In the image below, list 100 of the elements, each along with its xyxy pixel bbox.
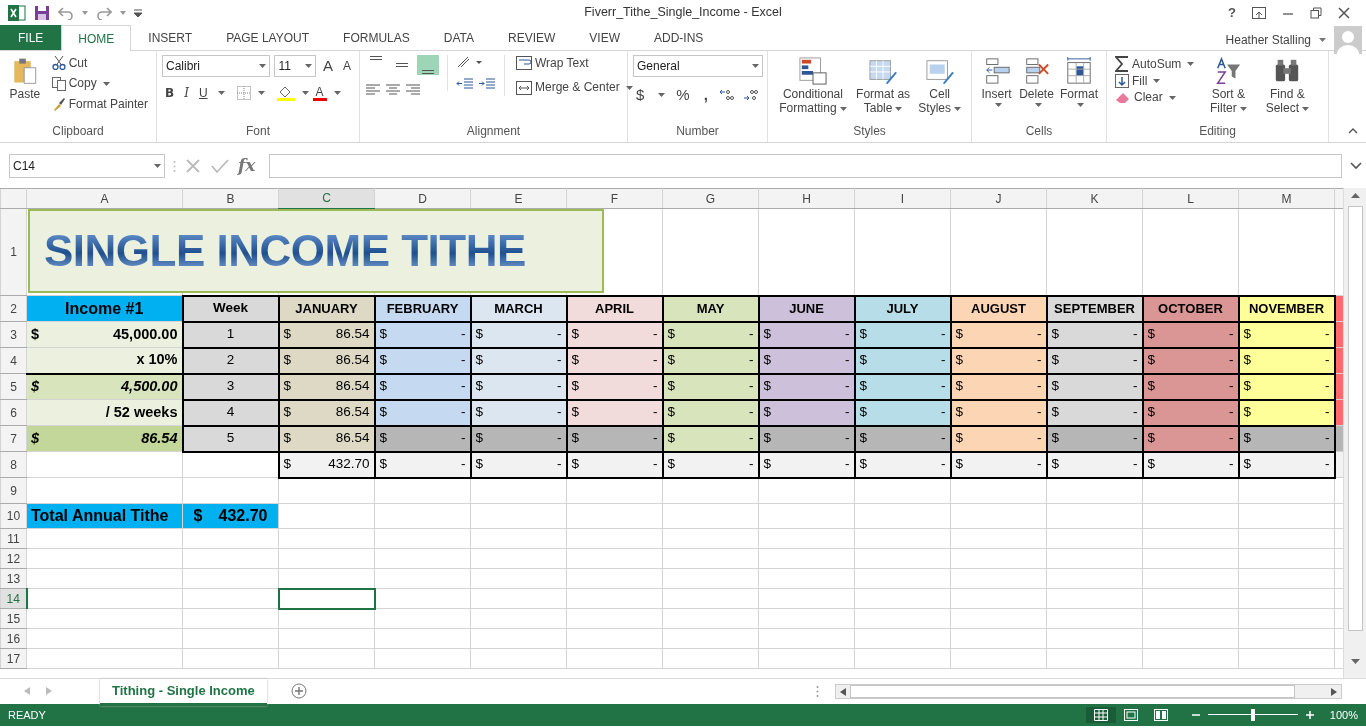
insert-button[interactable]: Insert [977, 55, 1017, 110]
row-header[interactable]: 15 [0, 608, 27, 629]
row-header[interactable]: 2 [0, 295, 27, 322]
scrollbar-thumb[interactable] [1347, 206, 1363, 631]
caret-icon[interactable] [333, 91, 341, 96]
find-select-button[interactable]: Find & Select [1259, 55, 1316, 118]
cell-styles-button[interactable]: Cell Styles [913, 55, 966, 118]
grow-font-button[interactable]: A [319, 56, 336, 76]
format-as-table-button[interactable]: Format as Table [852, 55, 914, 118]
shrink-font-button[interactable]: A [339, 57, 354, 75]
column-header[interactable]: I [854, 188, 951, 209]
delete-button[interactable]: Delete [1016, 55, 1057, 110]
cut-button[interactable]: Cut [48, 55, 151, 72]
merge-center-button[interactable]: Merge & Center [513, 79, 636, 96]
row-header[interactable]: 8 [0, 451, 27, 478]
redo-icon[interactable] [96, 5, 112, 20]
ribbon-tab[interactable]: ADD-INS [637, 25, 721, 50]
sheet-tab[interactable]: Tithing - Single Income [100, 679, 267, 706]
row-header[interactable]: 17 [0, 648, 27, 669]
zoom-level[interactable]: 100% [1329, 706, 1358, 724]
font-name-field[interactable]: Calibri [162, 55, 271, 77]
ribbon-tab[interactable]: REVIEW [491, 25, 573, 50]
ribbon-tab[interactable]: VIEW [572, 25, 637, 50]
clear-button[interactable]: Clear [1112, 89, 1198, 106]
row-header[interactable]: 11 [0, 528, 27, 549]
formula-input[interactable] [269, 154, 1342, 178]
caret-icon[interactable] [102, 81, 110, 86]
ribbon-tab[interactable]: PAGE LAYOUT [209, 25, 327, 50]
column-header[interactable]: D [374, 188, 471, 209]
bold-button[interactable]: B [162, 85, 178, 102]
increase-decimal-icon[interactable] [718, 88, 735, 102]
percent-button[interactable]: % [673, 85, 693, 105]
add-sheet-icon[interactable] [290, 683, 307, 699]
currency-button[interactable]: $ [633, 85, 648, 105]
column-header[interactable]: H [758, 188, 855, 209]
caret-icon[interactable] [1034, 103, 1042, 108]
caret-icon[interactable] [304, 64, 312, 68]
collapse-ribbon-icon[interactable] [1348, 128, 1358, 134]
scroll-right-icon[interactable] [1331, 687, 1337, 696]
ribbon-tab[interactable]: INSERT [131, 25, 210, 50]
row-header[interactable]: 13 [0, 568, 27, 589]
slider-thumb[interactable] [1250, 709, 1255, 721]
row-header[interactable]: 9 [0, 477, 27, 504]
zoom-out-icon[interactable] [1191, 711, 1200, 719]
zoom-in-icon[interactable] [1305, 711, 1314, 719]
ribbon-display-icon[interactable] [1252, 6, 1266, 19]
caret-icon[interactable] [839, 107, 847, 112]
column-header[interactable]: J [950, 188, 1047, 209]
comma-button[interactable]: , [700, 85, 711, 105]
expand-formula-bar-icon[interactable] [1350, 162, 1362, 170]
format-painter-button[interactable]: Format Painter [48, 95, 151, 113]
underline-button[interactable]: U [195, 85, 211, 102]
column-header[interactable]: B [182, 188, 279, 209]
row-header[interactable]: 5 [0, 373, 27, 400]
row-header[interactable]: 14 [0, 588, 27, 609]
caret-icon[interactable] [895, 107, 903, 112]
autosum-button[interactable]: AutoSum [1112, 55, 1198, 73]
row-header[interactable]: 3 [0, 321, 27, 348]
caret-icon[interactable] [1302, 107, 1310, 112]
ribbon-tab[interactable]: FORMULAS [326, 25, 427, 50]
column-header[interactable]: F [566, 188, 663, 209]
file-menu-button[interactable]: FILE [0, 25, 62, 50]
caret-icon[interactable] [1153, 79, 1161, 84]
row-header[interactable]: 12 [0, 548, 27, 569]
caret-icon[interactable] [658, 93, 666, 97]
checkmark-icon[interactable] [210, 158, 230, 174]
caret-icon[interactable] [82, 10, 88, 15]
caret-icon[interactable] [257, 91, 265, 96]
row-header[interactable]: 16 [0, 628, 27, 649]
horizontal-scrollbar[interactable] [835, 684, 1342, 699]
row-header[interactable]: 1 [0, 208, 27, 296]
caret-icon[interactable] [625, 85, 633, 90]
caret-icon[interactable] [1239, 107, 1247, 112]
active-cell[interactable] [278, 588, 375, 609]
row-header[interactable]: 6 [0, 399, 27, 426]
row-header[interactable]: 10 [0, 503, 27, 529]
column-header[interactable]: M [1238, 188, 1335, 209]
caret-icon[interactable] [1077, 103, 1084, 108]
font-size-field[interactable]: 11 [274, 55, 316, 77]
copy-button[interactable]: Copy [48, 75, 151, 92]
restore-icon[interactable] [1310, 6, 1322, 19]
orientation-icon[interactable] [456, 55, 482, 69]
ribbon-tab[interactable]: HOME [61, 25, 132, 51]
conditional-formatting-button[interactable]: Conditional Formatting [773, 55, 853, 118]
caret-icon[interactable] [954, 107, 961, 112]
row-header[interactable]: 4 [0, 347, 27, 374]
splitter-icon[interactable] [816, 685, 819, 698]
paste-button[interactable]: Paste [5, 55, 45, 104]
row-header[interactable]: 7 [0, 425, 27, 452]
caret-icon[interactable] [1168, 95, 1176, 100]
caret-icon[interactable] [301, 91, 309, 96]
column-header[interactable]: K [1046, 188, 1143, 209]
fill-button[interactable]: Fill [1112, 73, 1198, 90]
column-header[interactable]: A [26, 188, 183, 209]
fill-color-icon[interactable] [276, 85, 295, 102]
caret-icon[interactable] [217, 91, 225, 96]
scrollbar-thumb[interactable] [850, 685, 1295, 698]
sort-filter-button[interactable]: Sort & Filter [1201, 55, 1256, 118]
user-name[interactable]: Heather Stalling [1225, 31, 1311, 49]
number-format-field[interactable]: General [633, 55, 763, 77]
